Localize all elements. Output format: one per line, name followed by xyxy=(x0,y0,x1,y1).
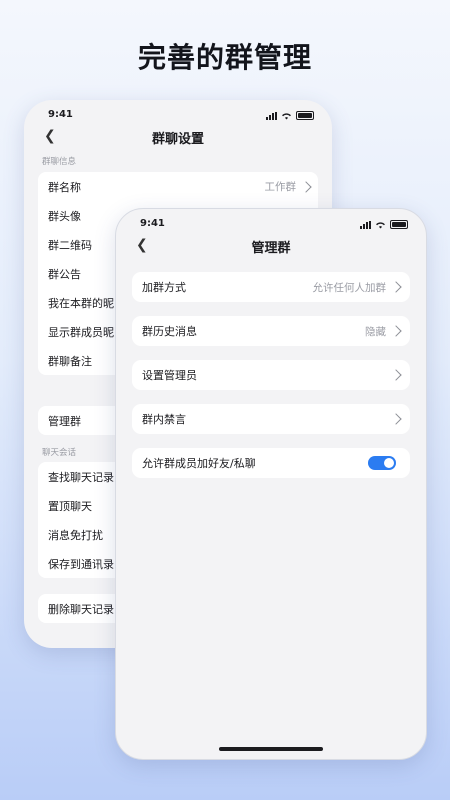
section-label-info: 群聊信息 xyxy=(42,157,77,167)
chevron-right-icon xyxy=(390,369,402,381)
status-time: 9:41 xyxy=(48,109,73,120)
row-label: 群二维码 xyxy=(48,238,92,252)
signal-icon xyxy=(360,220,371,229)
settings-row[interactable]: 群名称 工作群 xyxy=(38,172,318,201)
nav-bar: ❮ 管理群 xyxy=(116,235,426,257)
nav-bar: ❮ 群聊设置 xyxy=(24,126,332,148)
row-label: 群名称 xyxy=(48,180,81,194)
row-label: 管理群 xyxy=(48,414,81,428)
status-icons xyxy=(360,220,408,229)
row-label: 我在本群的昵 xyxy=(48,296,114,310)
row-label: 删除聊天记录 xyxy=(48,602,114,616)
row-label: 群聊备注 xyxy=(48,354,92,368)
section-label-chat: 聊天会话 xyxy=(42,448,77,458)
status-bar: 9:41 xyxy=(24,109,332,123)
row-label: 群内禁言 xyxy=(142,413,186,426)
front-phone: 9:41 ❮ 管理群 加群方式 允许任何人加群 群历史消息 隐藏 设置管理员 群… xyxy=(115,208,427,760)
chevron-right-icon xyxy=(390,413,402,425)
status-icons xyxy=(266,111,314,120)
headline: 完善的群管理 xyxy=(137,41,312,74)
status-bar: 9:41 xyxy=(116,218,426,232)
join-method-row[interactable]: 加群方式 允许任何人加群 xyxy=(132,272,410,302)
row-value: 工作群 xyxy=(264,181,297,193)
history-messages-row[interactable]: 群历史消息 隐藏 xyxy=(132,316,410,346)
row-label: 查找聊天记录 xyxy=(48,470,114,484)
signal-icon xyxy=(266,111,277,120)
row-label: 群历史消息 xyxy=(142,325,197,338)
row-label: 保存到通讯录 xyxy=(48,557,114,571)
row-label: 设置管理员 xyxy=(142,369,197,382)
status-time: 9:41 xyxy=(140,218,165,229)
row-label: 消息免打扰 xyxy=(48,528,103,542)
page-title: 管理群 xyxy=(251,241,291,256)
allow-friend-row: 允许群成员加好友/私聊 xyxy=(132,448,410,478)
row-value: 允许任何人加群 xyxy=(312,281,387,294)
page-title: 群聊设置 xyxy=(151,132,204,147)
row-label: 显示群成员昵 xyxy=(48,325,114,339)
set-admin-row[interactable]: 设置管理员 xyxy=(132,360,410,390)
row-value: 隐藏 xyxy=(365,325,386,338)
chevron-right-icon xyxy=(300,181,312,193)
row-label: 置顶聊天 xyxy=(48,499,92,513)
battery-icon xyxy=(296,111,314,120)
row-label: 加群方式 xyxy=(142,281,186,294)
wifi-icon xyxy=(282,112,291,120)
allow-friend-toggle[interactable] xyxy=(368,456,396,470)
wifi-icon xyxy=(376,221,385,229)
row-label: 群头像 xyxy=(48,209,81,223)
mute-group-row[interactable]: 群内禁言 xyxy=(132,404,410,434)
row-label: 允许群成员加好友/私聊 xyxy=(142,457,256,470)
battery-icon xyxy=(390,220,408,229)
chevron-right-icon xyxy=(390,281,402,293)
chevron-right-icon xyxy=(390,325,402,337)
home-indicator xyxy=(219,747,323,751)
row-label: 群公告 xyxy=(48,267,81,281)
